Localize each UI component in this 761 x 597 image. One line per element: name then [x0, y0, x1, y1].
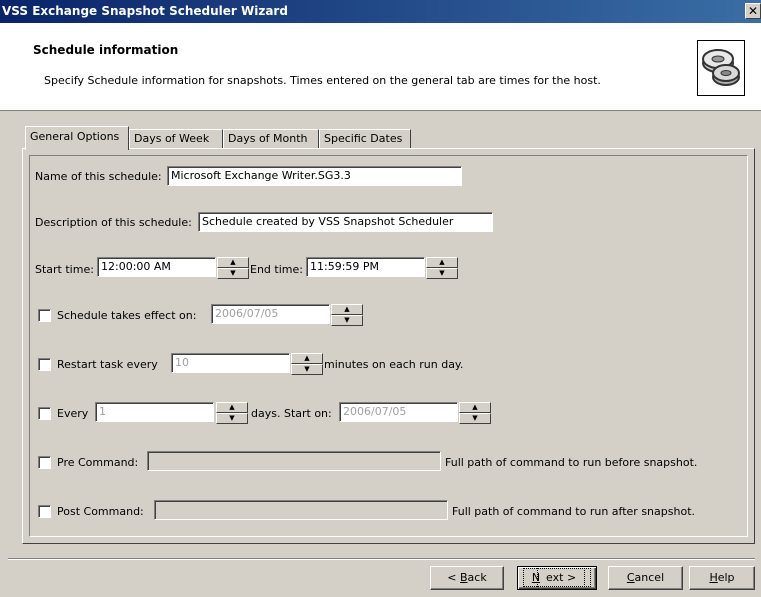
spin-up-icon[interactable]: ▲ [426, 257, 458, 268]
post-command-label: Post Command: [57, 505, 144, 518]
page-description: Specify Schedule information for snapsho… [44, 74, 601, 87]
every-start-date-spinner[interactable]: ▲ ▼ [459, 402, 491, 424]
start-time-spinner[interactable]: ▲ ▼ [217, 257, 249, 279]
wizard-header: Schedule information Specify Schedule in… [0, 23, 761, 111]
restart-interval-spinner[interactable]: ▲ ▼ [291, 353, 323, 375]
schedule-description-label: Description of this schedule: [35, 216, 192, 229]
every-start-date-input[interactable]: 2006/07/05 [339, 402, 458, 422]
help-button-mnemonic: H [709, 571, 718, 584]
effect-date-label: Schedule takes effect on: [57, 309, 197, 322]
cancel-button-rest: ancel [634, 571, 665, 584]
spin-down-icon[interactable]: ▼ [217, 268, 249, 279]
cancel-button-mnemonic: C [626, 571, 635, 584]
next-button-rest: ext > [537, 568, 586, 587]
next-button[interactable]: Next > [517, 566, 597, 590]
next-button-mnemonic: N [531, 571, 541, 584]
tab-specific-dates[interactable]: Specific Dates [319, 129, 411, 149]
help-button-rest: elp [717, 571, 735, 584]
restart-suffix-label: minutes on each run day. [324, 358, 464, 371]
schedule-name-label: Name of this schedule: [35, 170, 162, 183]
spin-down-icon[interactable]: ▼ [216, 413, 248, 424]
every-days-suffix-label: days. Start on: [251, 407, 332, 420]
general-options-panel [22, 148, 755, 544]
spin-up-icon[interactable]: ▲ [291, 353, 323, 364]
pre-command-hint: Full path of command to run before snaps… [445, 456, 698, 469]
every-days-spinner[interactable]: ▲ ▼ [216, 402, 248, 424]
spin-down-icon[interactable]: ▼ [426, 268, 458, 279]
footer-divider [8, 558, 755, 560]
window-title: VSS Exchange Snapshot Scheduler Wizard [2, 4, 288, 18]
pre-command-input[interactable] [147, 451, 441, 471]
tab-days-of-month[interactable]: Days of Month [223, 129, 319, 149]
wizard-window: VSS Exchange Snapshot Scheduler Wizard ✕… [0, 0, 761, 597]
spin-up-icon[interactable]: ▲ [216, 402, 248, 413]
every-days-input[interactable]: 1 [95, 402, 214, 422]
page-title: Schedule information [33, 43, 179, 57]
restart-interval-input[interactable]: 10 [171, 353, 290, 373]
close-icon[interactable]: ✕ [745, 3, 761, 19]
spin-up-icon[interactable]: ▲ [331, 304, 363, 315]
effect-date-checkbox[interactable] [38, 309, 51, 322]
back-button[interactable]: < Back [430, 566, 504, 590]
back-button-rest: ack [467, 571, 487, 584]
restart-task-checkbox[interactable] [38, 358, 51, 371]
spin-down-icon[interactable]: ▼ [459, 413, 491, 424]
post-command-checkbox[interactable] [38, 505, 51, 518]
back-button-mnemonic: B [460, 571, 468, 584]
start-time-input[interactable]: 12:00:00 AM [97, 257, 216, 277]
pre-command-label: Pre Command: [57, 456, 139, 469]
end-time-label: End time: [250, 263, 303, 276]
snapshot-disks-icon [697, 40, 745, 96]
cancel-button[interactable]: Cancel [608, 566, 683, 590]
every-days-label: Every [57, 407, 89, 420]
spin-up-icon[interactable]: ▲ [459, 402, 491, 413]
restart-task-label: Restart task every [57, 358, 158, 371]
post-command-input[interactable] [154, 500, 448, 520]
effect-date-spinner[interactable]: ▲ ▼ [331, 304, 363, 326]
pre-command-checkbox[interactable] [38, 456, 51, 469]
back-button-prefix: < [447, 571, 460, 584]
post-command-hint: Full path of command to run after snapsh… [452, 505, 695, 518]
start-time-label: Start time: [35, 263, 94, 276]
end-time-input[interactable]: 11:59:59 PM [306, 257, 425, 277]
effect-date-input[interactable]: 2006/07/05 [211, 304, 330, 324]
tab-general-options[interactable]: General Options [25, 126, 129, 150]
spin-up-icon[interactable]: ▲ [217, 257, 249, 268]
title-bar: VSS Exchange Snapshot Scheduler Wizard ✕ [0, 0, 761, 23]
tab-days-of-week[interactable]: Days of Week [129, 129, 223, 149]
spin-down-icon[interactable]: ▼ [291, 364, 323, 375]
schedule-description-input[interactable]: Schedule created by VSS Snapshot Schedul… [198, 212, 493, 232]
next-button-focus: Next > [522, 568, 592, 587]
help-button[interactable]: Help [689, 566, 755, 590]
end-time-spinner[interactable]: ▲ ▼ [426, 257, 458, 279]
every-days-checkbox[interactable] [38, 407, 51, 420]
schedule-name-input[interactable]: Microsoft Exchange Writer.SG3.3 [167, 166, 462, 186]
spin-down-icon[interactable]: ▼ [331, 315, 363, 326]
